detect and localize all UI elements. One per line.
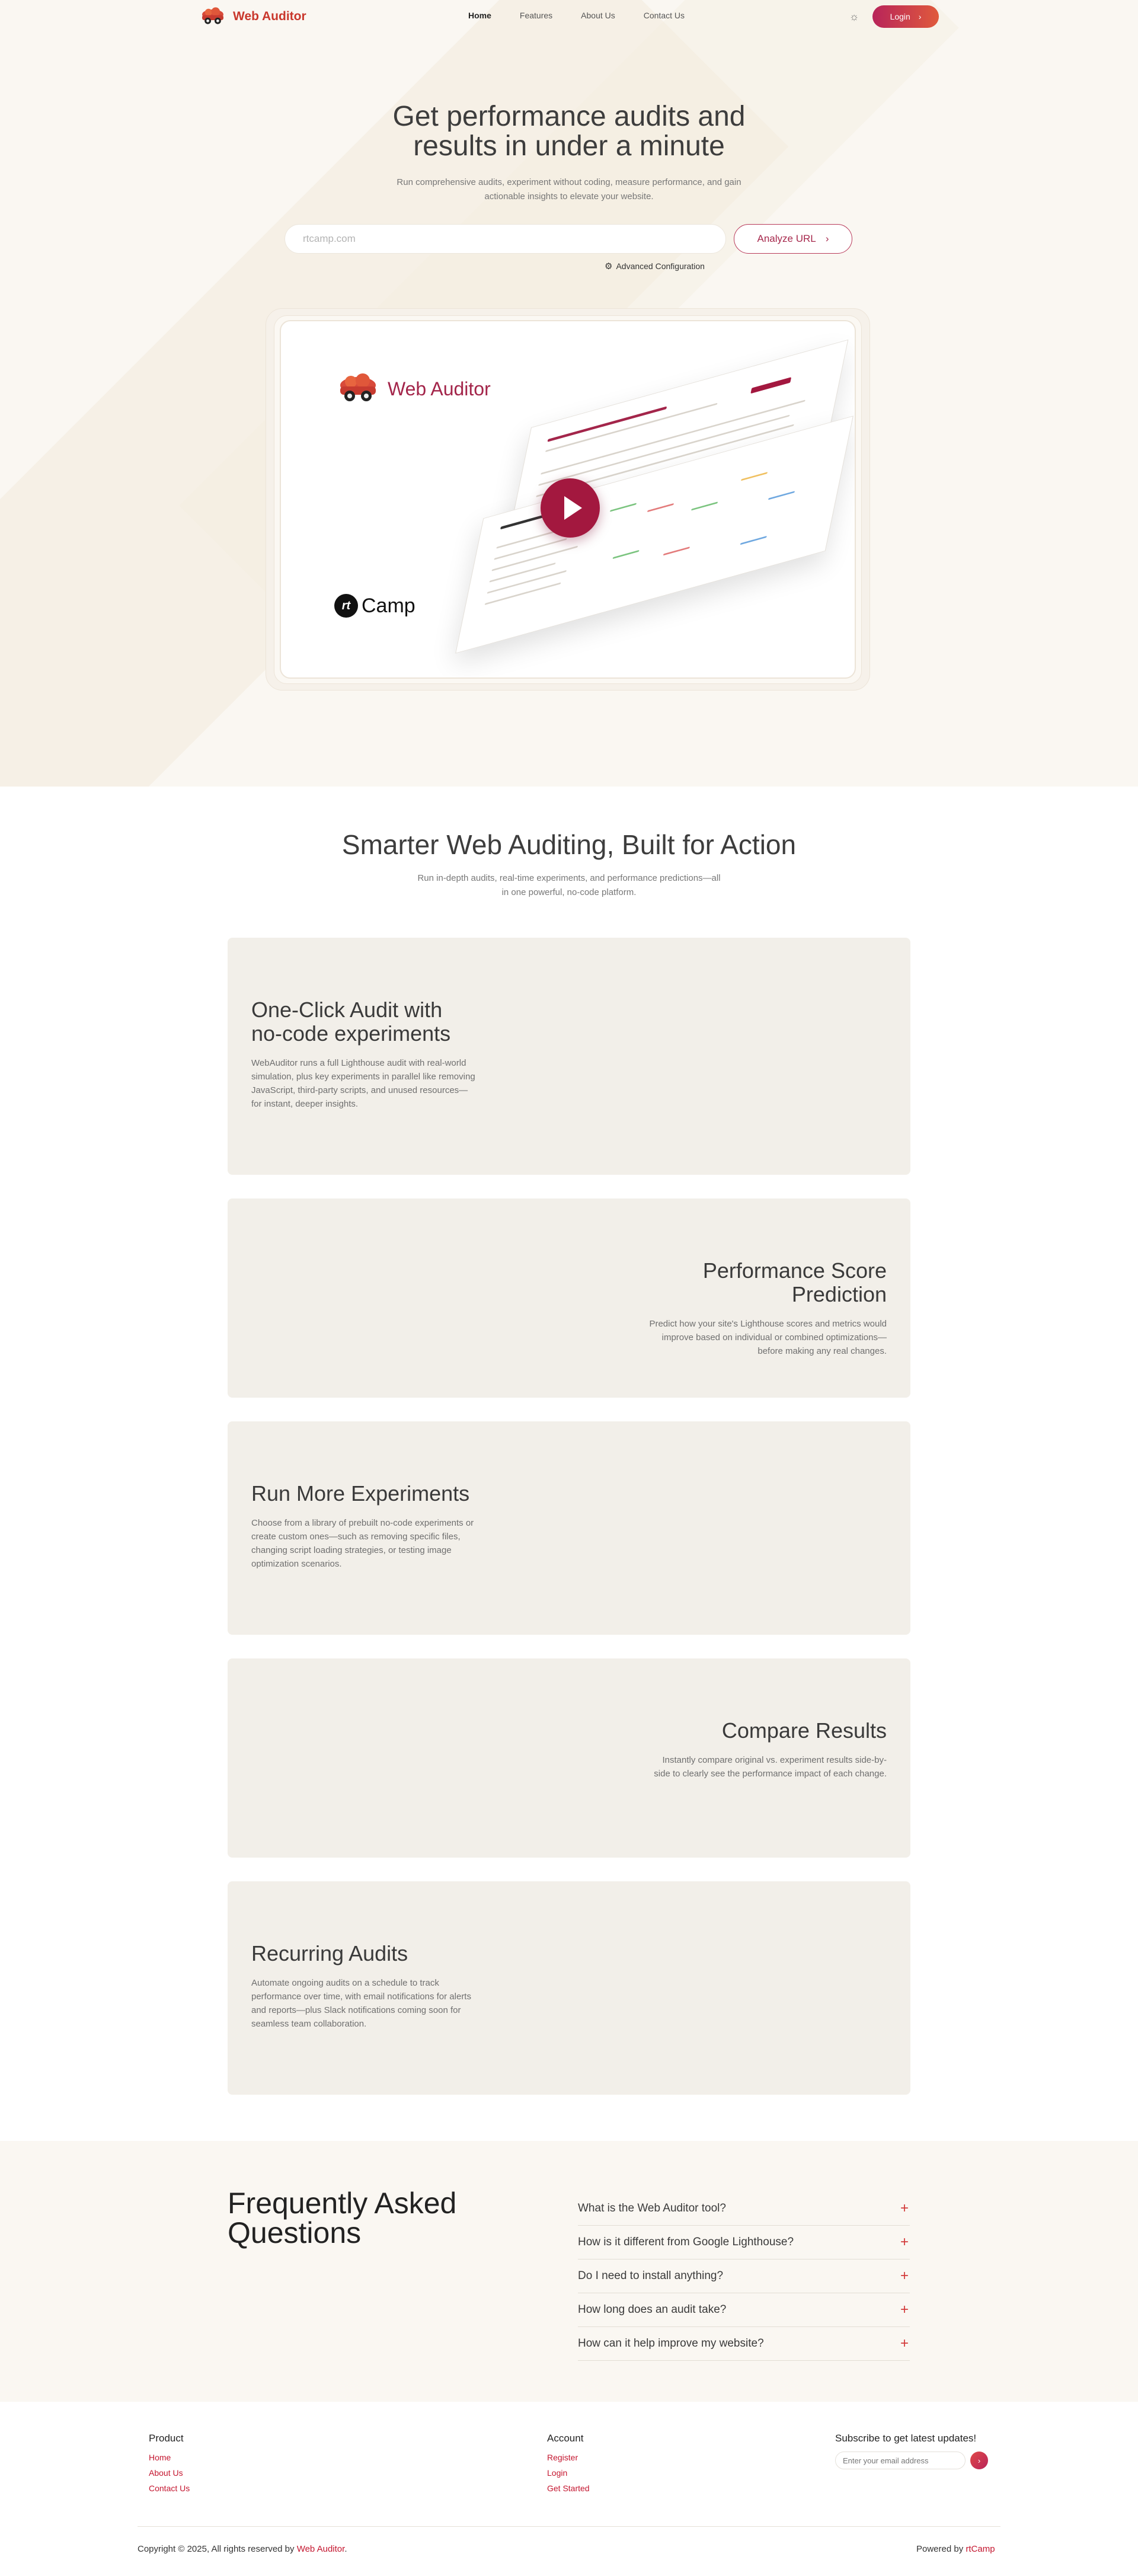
- feature-description: Choose from a library of prebuilt no-cod…: [251, 1518, 474, 1569]
- feature-title: Performance Score Prediction: [702, 1258, 887, 1306]
- features-subtitle: Run in-depth audits, real-time experimen…: [417, 873, 721, 897]
- powered-by-brand-link[interactable]: rtCamp: [966, 2544, 995, 2554]
- plus-icon: +: [900, 2234, 909, 2250]
- feature-title: Run More Experiments: [251, 1481, 470, 1506]
- powered-by-text: Powered by rtCamp: [916, 2544, 995, 2554]
- faq-question: How can it help improve my website?: [578, 2337, 764, 2350]
- hero-section: Get performance audits and results in un…: [0, 0, 1138, 787]
- footer-link-home[interactable]: Home: [149, 2453, 190, 2462]
- faq-item[interactable]: Do I need to install anything? +: [578, 2259, 910, 2293]
- footer-link-contact-us[interactable]: Contact Us: [149, 2484, 190, 2493]
- site-header: Web Auditor Home Features About Us Conta…: [0, 0, 1138, 33]
- rtcamp-mark-icon: rt: [334, 594, 358, 618]
- chevron-right-icon: ›: [825, 233, 829, 244]
- footer-link-get-started[interactable]: Get Started: [547, 2484, 590, 2493]
- hero-subtitle: Run comprehensive audits, experiment wit…: [397, 177, 741, 202]
- faq-section: Frequently Asked Questions What is the W…: [0, 2141, 1138, 2402]
- rtcamp-name: Camp: [362, 594, 415, 617]
- footer-product-title: Product: [149, 2433, 184, 2444]
- feature-description: WebAuditor runs a full Lighthouse audit …: [251, 1058, 475, 1109]
- hero-title: Get performance audits and results in un…: [392, 101, 746, 162]
- url-input[interactable]: [284, 224, 726, 254]
- feature-card-score-prediction: Performance Score Prediction Predict how…: [228, 1198, 910, 1398]
- faq-question: How long does an audit take?: [578, 2303, 727, 2316]
- feature-text: One-Click Audit with no-code experiments…: [251, 998, 477, 1111]
- main-nav: Home Features About Us Contact Us: [468, 11, 713, 20]
- feature-text: Compare Results Instantly compare origin…: [650, 1719, 887, 1781]
- play-video-button[interactable]: [541, 478, 600, 538]
- footer-divider: [138, 2526, 1000, 2527]
- feature-text: Run More Experiments Choose from a libra…: [251, 1482, 477, 1571]
- video-brand-name: Web Auditor: [388, 378, 491, 399]
- feature-title: One-Click Audit with no-code experiments: [251, 998, 451, 1046]
- feature-description: Instantly compare original vs. experimen…: [654, 1755, 887, 1779]
- feature-text: Recurring Audits Automate ongoing audits…: [251, 1942, 477, 2031]
- analyze-url-button[interactable]: Analyze URL ›: [734, 224, 852, 254]
- subscribe-form: ›: [835, 2452, 988, 2469]
- faq-item[interactable]: How can it help improve my website? +: [578, 2327, 910, 2361]
- plus-icon: +: [900, 2335, 909, 2351]
- feature-card-recurring-audits: Recurring Audits Automate ongoing audits…: [228, 1881, 910, 2095]
- footer-link-about-us[interactable]: About Us: [149, 2468, 190, 2478]
- login-label: Login: [890, 12, 910, 21]
- footer-link-register[interactable]: Register: [547, 2453, 590, 2462]
- faq-question: How is it different from Google Lighthou…: [578, 2236, 794, 2248]
- faq-list: What is the Web Auditor tool? + How is i…: [578, 2192, 910, 2361]
- nav-item-home[interactable]: Home: [468, 11, 491, 20]
- analyze-url-label: Analyze URL: [757, 233, 816, 244]
- powered-by-prefix: Powered by: [916, 2544, 964, 2554]
- plus-icon: +: [900, 2302, 909, 2318]
- chevron-right-icon: ›: [918, 12, 922, 21]
- faq-title: Frequently Asked Questions: [228, 2187, 457, 2249]
- copyright-suffix: .: [344, 2544, 347, 2554]
- video-brand: Web Auditor: [334, 373, 491, 404]
- subscribe-title: Subscribe to get latest updates!: [835, 2433, 977, 2444]
- footer-subscribe: Subscribe to get latest updates! ›: [835, 2433, 988, 2469]
- faq-item[interactable]: How is it different from Google Lighthou…: [578, 2226, 910, 2259]
- footer-link-login[interactable]: Login: [547, 2468, 590, 2478]
- web-auditor-logo-icon: [340, 373, 376, 401]
- copyright-prefix: Copyright © 2025, All rights reserved by: [138, 2544, 295, 2554]
- faq-question: What is the Web Auditor tool?: [578, 2202, 726, 2214]
- rtcamp-logo: rt Camp: [334, 594, 415, 618]
- brand-name: Web Auditor: [233, 9, 306, 23]
- feature-title: Recurring Audits: [251, 1941, 408, 1965]
- subscribe-submit-button[interactable]: ›: [970, 2452, 988, 2469]
- copyright-text: Copyright © 2025, All rights reserved by…: [138, 2544, 347, 2554]
- brand-logo[interactable]: Web Auditor: [199, 6, 306, 27]
- web-auditor-logo-icon: [202, 7, 223, 24]
- nav-item-features[interactable]: Features: [520, 11, 552, 20]
- footer-account-title: Account: [547, 2433, 584, 2444]
- feature-text: Performance Score Prediction Predict how…: [638, 1259, 887, 1358]
- plus-icon: +: [900, 2200, 909, 2216]
- feature-card-run-experiments: Run More Experiments Choose from a libra…: [228, 1421, 910, 1635]
- feature-description: Automate ongoing audits on a schedule to…: [251, 1978, 471, 2029]
- features-title: Smarter Web Auditing, Built for Action: [341, 829, 797, 860]
- footer-product-column: Product Home About Us Contact Us: [149, 2433, 190, 2499]
- plus-icon: +: [900, 2268, 909, 2284]
- advanced-configuration-link[interactable]: ⚙ Advanced Configuration: [605, 261, 705, 271]
- advanced-configuration-label: Advanced Configuration: [616, 261, 705, 271]
- feature-card-one-click-audit: One-Click Audit with no-code experiments…: [228, 938, 910, 1175]
- chevron-right-icon: ›: [977, 2456, 981, 2465]
- site-footer: Product Home About Us Contact Us Account…: [0, 2402, 1138, 2576]
- feature-card-compare-results: Compare Results Instantly compare origin…: [228, 1658, 910, 1858]
- nav-item-about-us[interactable]: About Us: [581, 11, 615, 20]
- subscribe-email-input[interactable]: [835, 2452, 966, 2469]
- faq-item[interactable]: How long does an audit take? +: [578, 2293, 910, 2327]
- feature-title: Compare Results: [721, 1718, 887, 1743]
- nav-item-contact-us[interactable]: Contact Us: [644, 11, 685, 20]
- copyright-brand-link[interactable]: Web Auditor: [297, 2544, 345, 2554]
- login-button[interactable]: Login ›: [872, 5, 939, 28]
- gear-icon: ⚙: [605, 261, 613, 271]
- footer-account-column: Account Register Login Get Started: [547, 2433, 590, 2499]
- video-player[interactable]: Web Auditor rt Camp: [280, 320, 856, 679]
- theme-toggle-sun-icon[interactable]: ☼: [848, 10, 861, 23]
- faq-item[interactable]: What is the Web Auditor tool? +: [578, 2192, 910, 2226]
- feature-description: Predict how your site's Lighthouse score…: [649, 1319, 887, 1356]
- faq-question: Do I need to install anything?: [578, 2270, 724, 2282]
